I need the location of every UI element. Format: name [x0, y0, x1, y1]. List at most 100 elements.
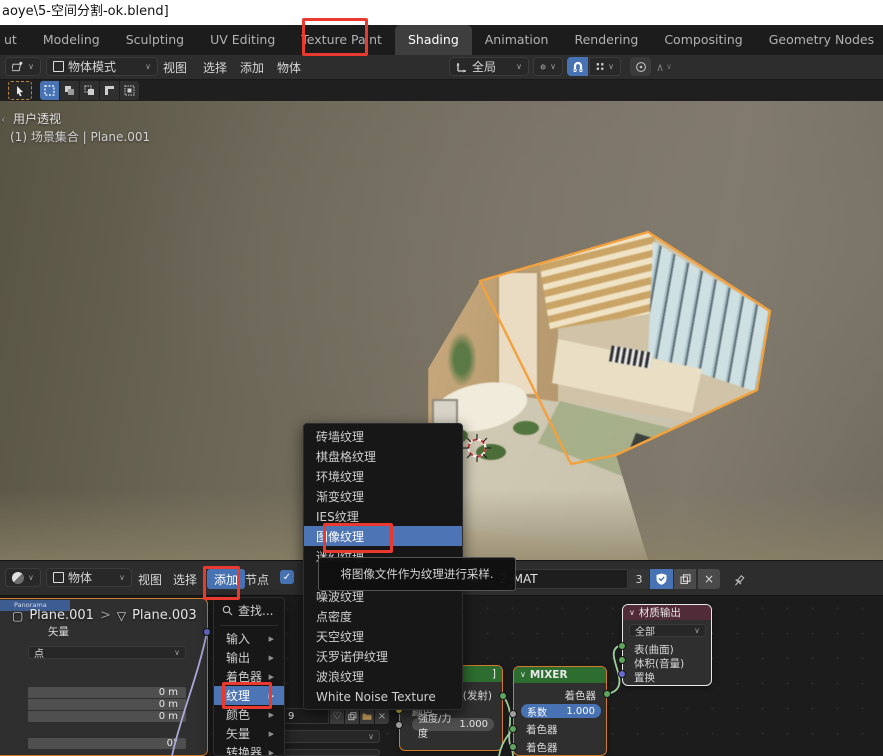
- breadcrumb: ▢ Plane.001 > ▽ Plane.003: [12, 608, 197, 623]
- editor-type-dropdown[interactable]: ∨: [5, 57, 41, 76]
- mode-label: 物体模式: [68, 58, 116, 75]
- check-icon: ✓: [283, 572, 291, 583]
- tab-rendering[interactable]: Rendering: [561, 25, 651, 55]
- viewport-editor-icon: [12, 60, 24, 73]
- active-collection-label: (1) 场景集合 | Plane.001: [10, 128, 150, 145]
- select-mode-invert-button[interactable]: [100, 81, 119, 100]
- menu-item-converter[interactable]: 转换器▶: [214, 743, 284, 756]
- transform-orientation-dropdown[interactable]: 全局 ∨: [449, 57, 529, 76]
- mixer-shader2-socket[interactable]: [509, 743, 517, 751]
- menu-add[interactable]: 添加: [240, 55, 264, 79]
- search-icon: [222, 605, 233, 616]
- select-mode-intersect-button[interactable]: [120, 81, 139, 100]
- menu-item-color[interactable]: 颜色▶: [214, 705, 284, 724]
- select-mode-extend-button[interactable]: [60, 81, 79, 100]
- submenu-item-wave-texture[interactable]: 波浪纹理: [304, 666, 462, 686]
- shader-object-dropdown[interactable]: 物体 ∨: [46, 568, 132, 587]
- select-subtract-icon: [84, 85, 95, 96]
- shader-menu-select[interactable]: 选择: [173, 567, 197, 591]
- mixer-factor-socket[interactable]: [509, 710, 517, 718]
- fake-user-shield-button[interactable]: [650, 569, 673, 589]
- region-collapse-icon[interactable]: ‹: [1, 113, 5, 126]
- link-mixer-to-output: [607, 646, 619, 694]
- submenu-item-checker-texture[interactable]: 棋盘格纹理: [304, 446, 462, 466]
- pin-button[interactable]: [732, 569, 746, 593]
- tab-geometry-nodes[interactable]: Geometry Nodes: [756, 25, 883, 55]
- submenu-item-brick-texture[interactable]: 砖墙纹理: [304, 426, 462, 446]
- select-extend-icon: [64, 85, 75, 96]
- tab-layout[interactable]: ut: [0, 25, 30, 55]
- pin-icon: [732, 574, 746, 588]
- snap-with-dropdown[interactable]: ∨: [589, 57, 621, 76]
- mapping-vector-socket[interactable]: [203, 628, 211, 636]
- submenu-item-white-noise-texture[interactable]: White Noise Texture: [304, 686, 462, 707]
- close-icon: ×: [704, 572, 714, 586]
- shader-sphere-icon: [12, 572, 24, 584]
- menu-view[interactable]: 视图: [163, 55, 187, 79]
- tab-modeling[interactable]: Modeling: [30, 25, 113, 55]
- shader-menu-add[interactable]: 添加: [207, 569, 245, 589]
- breadcrumb-object: Plane.001: [29, 608, 94, 623]
- submenu-item-gradient-texture[interactable]: 渐变纹理: [304, 486, 462, 506]
- mesh-plane-icon: ▽: [117, 609, 126, 623]
- menu-object[interactable]: 物体: [277, 55, 301, 79]
- shader-editor-type-dropdown[interactable]: ∨: [5, 568, 41, 587]
- tab-sculpting[interactable]: Sculpting: [113, 25, 197, 55]
- mode-dropdown[interactable]: 物体模式 ∨: [46, 57, 158, 76]
- tab-uv-editing[interactable]: UV Editing: [197, 25, 288, 55]
- unlink-material-button[interactable]: ×: [698, 569, 720, 589]
- breadcrumb-data: Plane.003: [132, 608, 197, 623]
- select-invert-icon: [104, 85, 115, 96]
- emission-output-socket[interactable]: [499, 692, 507, 700]
- menu-item-search[interactable]: 查找...: [214, 598, 284, 622]
- menu-item-input[interactable]: 输入▶: [214, 629, 284, 648]
- mixer-output-socket[interactable]: [603, 690, 611, 698]
- select-mode-subtract-button[interactable]: [80, 81, 99, 100]
- menu-item-texture[interactable]: 纹理▶: [214, 686, 284, 705]
- axes-icon: [456, 61, 468, 73]
- snap-toggle-button[interactable]: [567, 57, 588, 76]
- select-mode-set-button[interactable]: [40, 81, 59, 100]
- proportional-editing-button[interactable]: [630, 57, 651, 76]
- submenu-item-voronoi-texture[interactable]: 沃罗诺伊纹理: [304, 646, 462, 666]
- menu-item-vector[interactable]: 矢量▶: [214, 724, 284, 743]
- falloff-curve-icon: ∧: [656, 61, 664, 74]
- output-displacement-socket[interactable]: [618, 670, 626, 678]
- output-surface-socket[interactable]: [618, 642, 626, 650]
- submenu-item-ies-texture[interactable]: IES纹理: [304, 506, 462, 526]
- shader-menu-view[interactable]: 视图: [138, 567, 162, 591]
- orientation-label: 全局: [472, 58, 496, 75]
- menu-select[interactable]: 选择: [203, 55, 227, 79]
- emission-strength-socket[interactable]: [395, 721, 403, 729]
- link-vector-down: [172, 632, 207, 756]
- tab-texture-paint[interactable]: Texture Paint: [288, 25, 395, 55]
- tab-shading[interactable]: Shading: [395, 25, 472, 55]
- pivot-point-dropdown[interactable]: ∨: [533, 57, 563, 76]
- tab-animation[interactable]: Animation: [472, 25, 562, 55]
- window-title: aoye\5-空间分割-ok.blend]: [0, 0, 883, 25]
- submenu-item-image-texture[interactable]: 图像纹理: [304, 526, 462, 546]
- output-volume-socket[interactable]: [618, 656, 626, 664]
- blender-window: aoye\5-空间分割-ok.blend] ut Modeling Sculpt…: [0, 0, 883, 756]
- magnet-icon: [572, 61, 584, 73]
- tab-compositing[interactable]: Compositing: [651, 25, 755, 55]
- material-user-count[interactable]: 3: [629, 569, 649, 589]
- use-nodes-checkbox[interactable]: ✓: [280, 570, 294, 584]
- submenu-item-environment-texture[interactable]: 环境纹理: [304, 466, 462, 486]
- menu-item-output[interactable]: 输出▶: [214, 648, 284, 667]
- submenu-item-point-density[interactable]: 点密度: [304, 606, 462, 626]
- cursor-icon: [15, 85, 25, 97]
- new-material-button[interactable]: [674, 569, 696, 589]
- falloff-dropdown[interactable]: ∧ ∨: [656, 55, 672, 79]
- active-tool-tweak-button[interactable]: [8, 81, 32, 100]
- menu-item-shader[interactable]: 着色器▶: [214, 667, 284, 686]
- submenu-item-sky-texture[interactable]: 天空纹理: [304, 626, 462, 646]
- pivot-icon: [540, 61, 546, 73]
- shader-menu-node[interactable]: 节点: [245, 567, 269, 591]
- add-node-menu: 查找... 输入▶ 输出▶ 着色器▶ 纹理▶ 颜色▶ 矢量▶ 转换器▶: [213, 597, 285, 756]
- snap-grid-icon: [596, 61, 604, 72]
- mixer-shader1-socket[interactable]: [509, 725, 517, 733]
- selected-plane-outline: [480, 232, 770, 464]
- tooltip: 将图像文件作为纹理进行采样.: [318, 557, 516, 591]
- object-icon: [53, 572, 64, 583]
